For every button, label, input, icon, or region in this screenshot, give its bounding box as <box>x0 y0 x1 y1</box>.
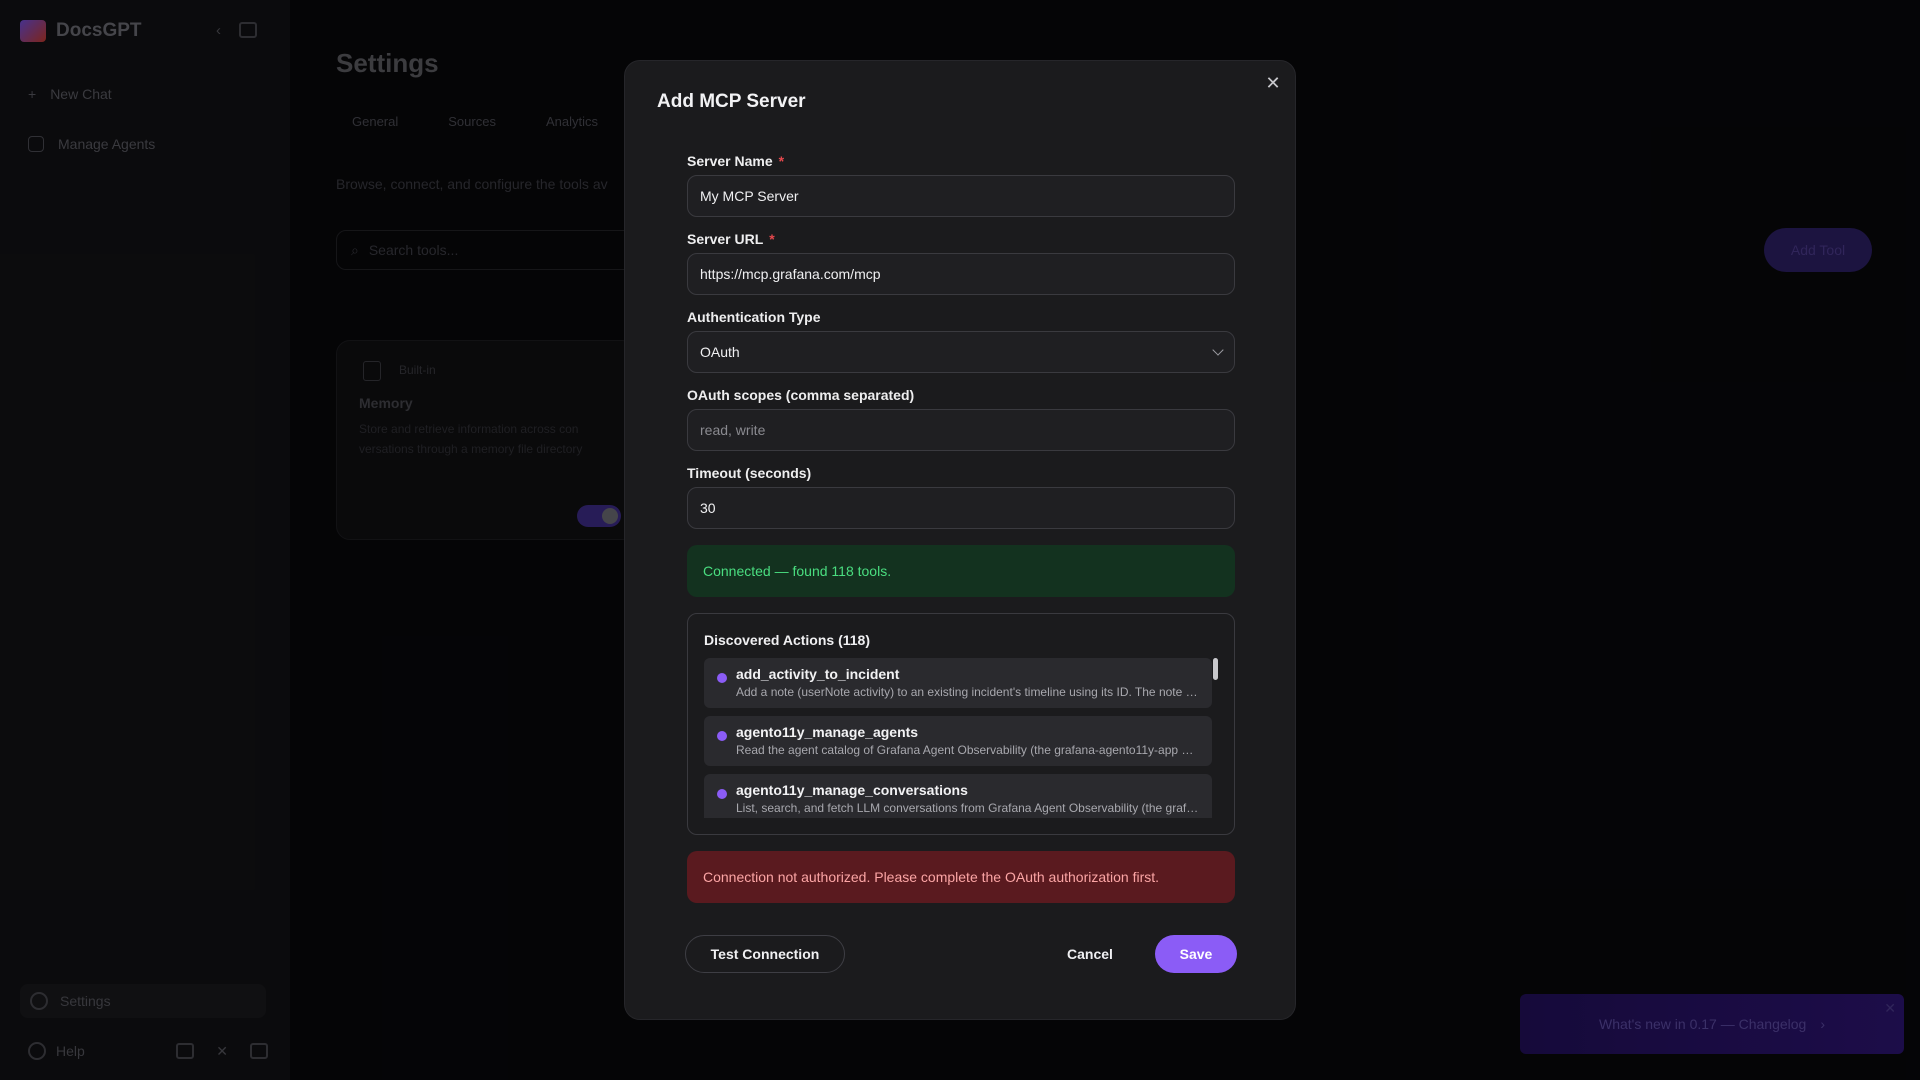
action-name: agento11y_manage_conversations <box>736 782 968 798</box>
close-icon[interactable]: ✕ <box>1263 73 1283 93</box>
save-button[interactable]: Save <box>1155 935 1237 973</box>
auth-type-select[interactable]: OAuth <box>687 331 1235 373</box>
connection-success-message: Connected — found 118 tools. <box>687 545 1235 597</box>
server-name-label: Server Name * <box>687 153 785 169</box>
chevron-down-icon <box>1212 344 1224 356</box>
auth-type-label: Authentication Type <box>687 309 821 325</box>
list-item[interactable]: agento11y_manage_agents Read the agent c… <box>704 716 1212 766</box>
timeout-input[interactable] <box>687 487 1235 529</box>
action-name: add_activity_to_incident <box>736 666 900 682</box>
status-dot-icon <box>717 731 727 741</box>
server-name-input[interactable] <box>687 175 1235 217</box>
connection-error-message: Connection not authorized. Please comple… <box>687 851 1235 903</box>
status-dot-icon <box>717 673 727 683</box>
oauth-scopes-input[interactable] <box>687 409 1235 451</box>
action-name: agento11y_manage_agents <box>736 724 919 740</box>
scrollbar-thumb[interactable] <box>1213 658 1218 680</box>
action-description: Add a note (userNote activity) to an exi… <box>736 685 1200 699</box>
discovered-actions-list[interactable]: add_activity_to_incident Add a note (use… <box>704 658 1212 818</box>
action-description: List, search, and fetch LLM conversation… <box>736 801 1200 815</box>
test-connection-button[interactable]: Test Connection <box>685 935 845 973</box>
oauth-scopes-label: OAuth scopes (comma separated) <box>687 387 915 403</box>
action-description: Read the agent catalog of Grafana Agent … <box>736 743 1200 757</box>
required-marker: * <box>778 153 785 169</box>
add-mcp-server-dialog: ✕ Add MCP Server Server Name* Server URL… <box>624 60 1296 1020</box>
server-url-input[interactable] <box>687 253 1235 295</box>
auth-type-value: OAuth <box>700 344 740 360</box>
cancel-button[interactable]: Cancel <box>1055 935 1125 973</box>
dialog-title: Add MCP Server <box>657 91 806 112</box>
server-url-label: Server URL * <box>687 231 775 247</box>
list-item[interactable]: add_activity_to_incident Add a note (use… <box>704 658 1212 708</box>
timeout-label: Timeout (seconds) <box>687 465 812 481</box>
status-dot-icon <box>717 789 727 799</box>
discovered-actions-title: Discovered Actions (118) <box>704 632 870 648</box>
list-item[interactable]: agento11y_manage_conversations List, sea… <box>704 774 1212 818</box>
discovered-actions-panel: Discovered Actions (118) add_activity_to… <box>687 613 1235 835</box>
required-marker: * <box>769 231 775 247</box>
